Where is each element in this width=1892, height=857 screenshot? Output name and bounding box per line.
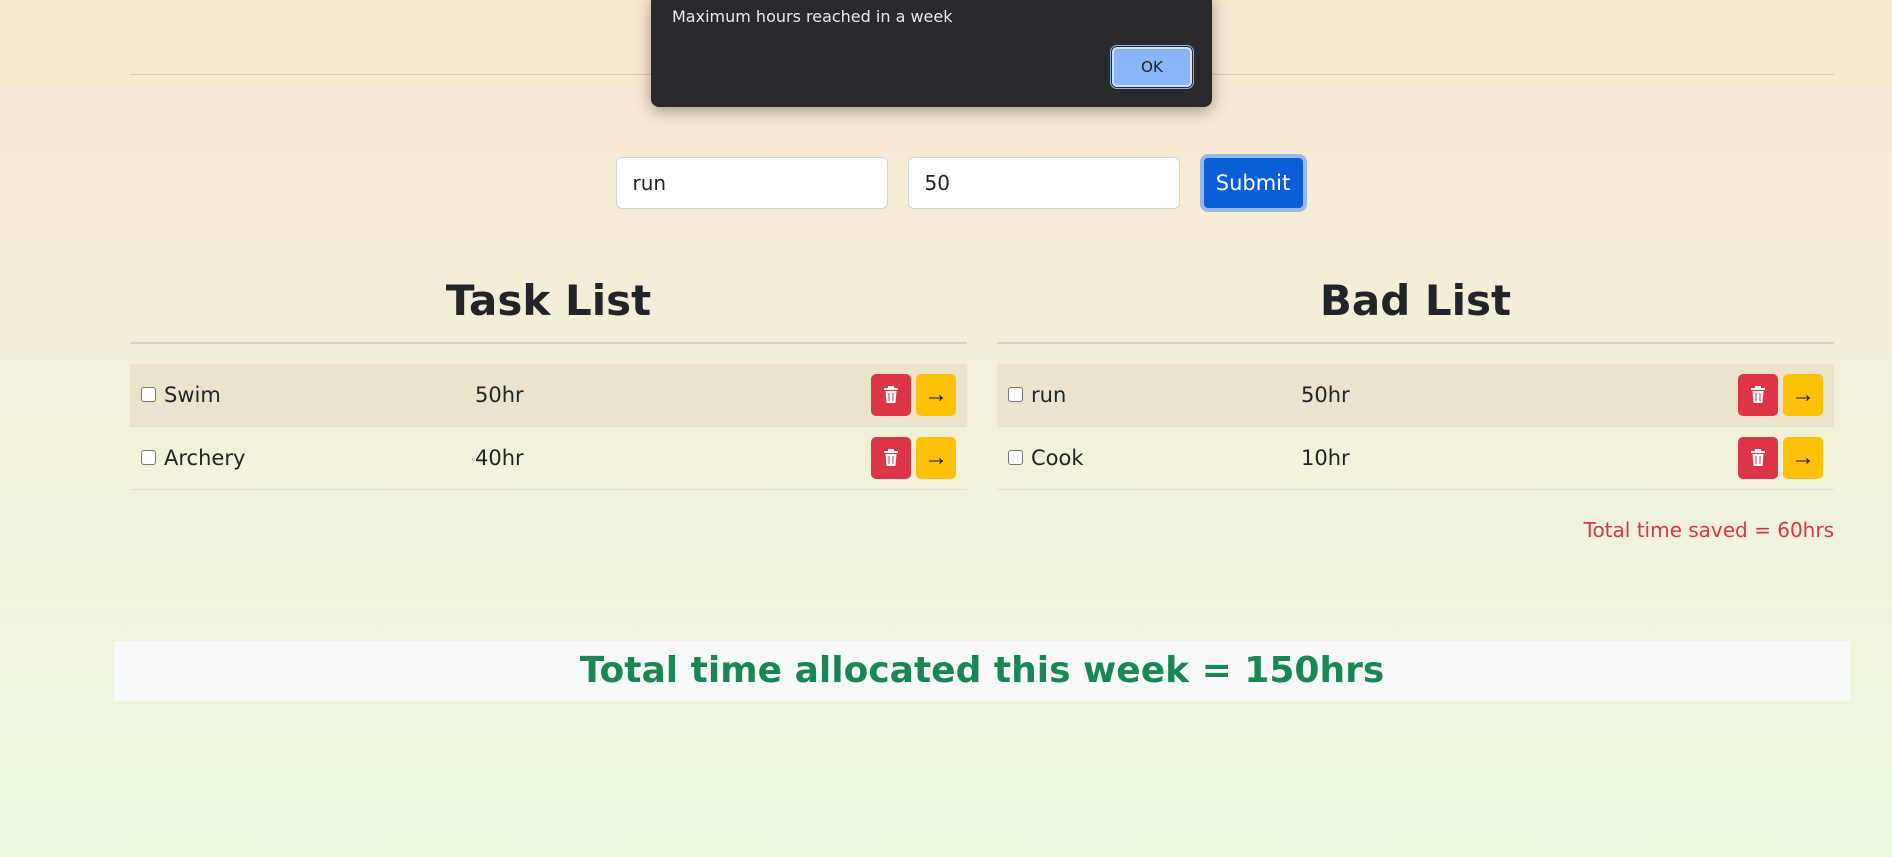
ok-button[interactable]: OK (1110, 45, 1194, 89)
row-checkbox[interactable] (1008, 386, 1023, 402)
trash-icon (1751, 449, 1765, 466)
task-name: Cook (1031, 446, 1084, 470)
total-time-saved: Total time saved = 60hrs (1583, 518, 1834, 542)
row-checkbox[interactable] (1008, 449, 1023, 465)
move-to-bad-list-button[interactable]: → (916, 437, 956, 479)
move-to-task-list-button[interactable]: → (1783, 437, 1823, 479)
alert-dialog: Maximum hours reached in a week OK (651, 0, 1212, 107)
total-time-allocated: Total time allocated this week = 150hrs (114, 641, 1850, 701)
task-list-title: Task List (130, 272, 967, 344)
bad-list-title: Bad List (997, 272, 1834, 344)
delete-button[interactable] (871, 374, 911, 416)
table-row: run 50hr → (997, 364, 1834, 427)
task-hours: 10hr (1301, 446, 1350, 470)
task-hours: 50hr (1301, 383, 1350, 407)
trash-icon (884, 449, 898, 466)
arrow-right-icon: → (1791, 381, 1815, 408)
task-hours: 40hr (475, 446, 524, 470)
table-row: Archery 40hr → (130, 427, 967, 490)
row-checkbox[interactable] (141, 386, 156, 402)
move-to-bad-list-button[interactable]: → (916, 374, 956, 416)
trash-icon (884, 386, 898, 403)
task-hours: 50hr (475, 383, 524, 407)
row-checkbox[interactable] (141, 449, 156, 465)
delete-button[interactable] (1738, 374, 1778, 416)
table-row: Cook 10hr → (997, 427, 1834, 490)
move-to-task-list-button[interactable]: → (1783, 374, 1823, 416)
task-name: Swim (164, 383, 221, 407)
bad-list: Bad List run 50hr → Cook 10hr → (997, 272, 1834, 490)
task-hours-input[interactable] (907, 157, 1180, 209)
task-name: run (1031, 383, 1067, 407)
task-name-input[interactable] (615, 157, 888, 209)
table-row: Swim 50hr → (130, 364, 967, 427)
arrow-right-icon: → (924, 381, 948, 408)
arrow-right-icon: → (1791, 444, 1815, 471)
task-form: Submit (0, 154, 1892, 212)
delete-button[interactable] (1738, 437, 1778, 479)
submit-button[interactable]: Submit (1199, 154, 1307, 212)
task-list: Task List Swim 50hr → Archery 40hr → (130, 272, 967, 490)
alert-message: Maximum hours reached in a week (672, 7, 953, 26)
trash-icon (1751, 386, 1765, 403)
arrow-right-icon: → (924, 444, 948, 471)
task-name: Archery (164, 446, 246, 470)
delete-button[interactable] (871, 437, 911, 479)
